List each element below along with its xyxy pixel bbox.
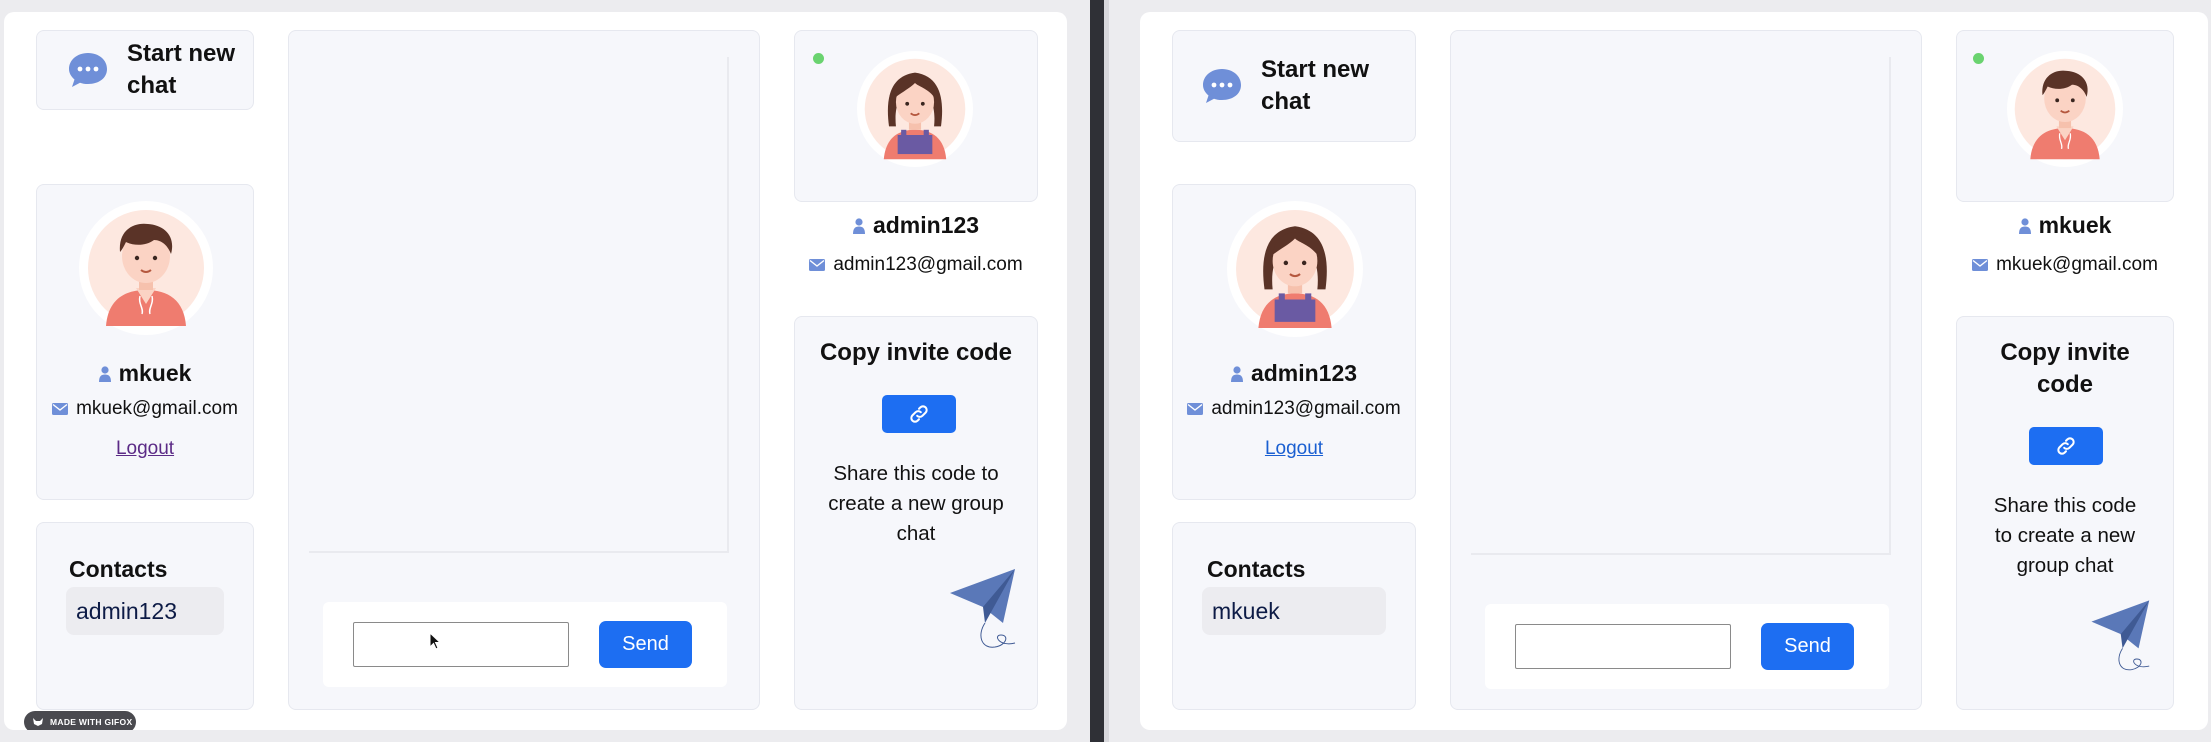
peer-email: mkuek@gmail.com — [1957, 254, 2173, 276]
profile-name: admin123 — [1173, 360, 1415, 387]
invite-title: Copy invite code — [2000, 339, 2130, 398]
chat-panel: Send — [288, 30, 760, 710]
profile-name-text: admin123 — [1250, 360, 1358, 386]
online-status-dot — [1973, 53, 1984, 64]
window-divider — [1090, 0, 1104, 742]
message-input[interactable] — [1515, 624, 1731, 669]
mail-icon — [809, 259, 826, 271]
messages-area[interactable] — [1471, 57, 1891, 555]
start-new-chat-button[interactable]: Start new chat — [1172, 30, 1416, 142]
paper-plane-icon — [950, 569, 1016, 648]
contact-item[interactable]: admin123 — [66, 587, 224, 635]
avatar — [1227, 201, 1363, 337]
peer-email: admin123@gmail.com — [795, 254, 1037, 276]
contact-item[interactable]: mkuek — [1202, 587, 1386, 635]
mail-icon — [1972, 259, 1989, 271]
invite-share-text: Share this code to create a new group ch… — [1993, 494, 2137, 577]
chat-window-left: Start new chat mkuek mkuek@gmail.com Log… — [4, 12, 1067, 730]
logout-link[interactable]: Logout — [37, 438, 253, 460]
contacts-title: Contacts — [1207, 556, 1306, 582]
copy-invite-button[interactable] — [2029, 427, 2103, 465]
watermark-text: MADE WITH GIFOX — [50, 717, 133, 727]
message-composer: Send — [323, 602, 727, 687]
gifox-watermark: MADE WITH GIFOX — [24, 711, 136, 730]
user-icon — [852, 217, 865, 234]
invite-card: Copy invite code Share this code to crea… — [794, 316, 1038, 710]
start-new-chat-button[interactable]: Start new chat — [36, 30, 254, 110]
avatar — [857, 51, 973, 167]
girl-avatar-icon — [1236, 210, 1354, 328]
peer-name: admin123 — [795, 212, 1037, 239]
mail-icon — [1187, 403, 1204, 415]
user-icon — [2018, 217, 2031, 234]
contacts-title: Contacts — [69, 556, 168, 582]
chat-bubble-icon — [1203, 69, 1241, 103]
start-new-chat-label: Start new chat — [127, 40, 236, 99]
online-status-dot — [813, 53, 824, 64]
contacts-card: Contacts admin123 — [36, 522, 254, 710]
invite-title: Copy invite code — [819, 339, 1013, 366]
profile-name: mkuek — [37, 360, 253, 387]
link-icon — [910, 405, 928, 423]
start-new-chat-label: Start new chat — [1261, 56, 1370, 115]
chat-panel: Send — [1450, 30, 1922, 710]
mail-icon — [52, 403, 69, 415]
user-profile-card: admin123 admin123@gmail.com Logout — [1172, 184, 1416, 500]
paper-plane-icon — [2091, 600, 2150, 671]
peer-name-text: mkuek — [2038, 212, 2112, 238]
profile-name-text: mkuek — [118, 360, 192, 386]
profile-email: mkuek@gmail.com — [37, 398, 253, 420]
copy-invite-button[interactable] — [882, 395, 956, 433]
gifox-logo-icon — [33, 718, 43, 726]
mouse-cursor-icon — [429, 632, 441, 650]
peer-email-text: mkuek@gmail.com — [1996, 254, 2158, 275]
peer-name: mkuek — [1957, 212, 2173, 239]
link-icon — [2057, 437, 2075, 455]
chat-bubble-icon — [69, 53, 107, 87]
message-input[interactable] — [353, 622, 569, 667]
peer-profile-card: admin123 admin123@gmail.com — [794, 30, 1038, 275]
profile-email-text: admin123@gmail.com — [1211, 398, 1401, 419]
logout-link[interactable]: Logout — [1173, 438, 1415, 460]
peer-name-text: admin123 — [872, 212, 980, 238]
user-profile-card: mkuek mkuek@gmail.com Logout — [36, 184, 254, 500]
window-divider-shadow — [1104, 0, 1109, 742]
peer-email-text: admin123@gmail.com — [833, 254, 1023, 275]
boy-avatar-icon — [88, 210, 204, 326]
girl-avatar-icon — [864, 58, 966, 160]
profile-email-text: mkuek@gmail.com — [76, 398, 238, 419]
user-icon — [1230, 365, 1243, 382]
peer-profile-card: mkuek mkuek@gmail.com — [1956, 30, 2174, 275]
invite-card: Copy invite code Share this code to crea… — [1956, 316, 2174, 710]
invite-share-text: Share this code to create a new group ch… — [828, 462, 1004, 545]
user-icon — [98, 365, 111, 382]
message-composer: Send — [1485, 604, 1889, 689]
profile-email: admin123@gmail.com — [1173, 398, 1415, 420]
messages-area[interactable] — [309, 57, 729, 553]
send-button[interactable]: Send — [599, 621, 692, 668]
avatar — [2007, 51, 2123, 167]
avatar — [79, 201, 213, 335]
send-button[interactable]: Send — [1761, 623, 1854, 670]
chat-window-right: Start new chat admin123 admin123@gmail.c… — [1140, 12, 2208, 730]
boy-avatar-icon — [2014, 58, 2116, 160]
contacts-card: Contacts mkuek — [1172, 522, 1416, 710]
